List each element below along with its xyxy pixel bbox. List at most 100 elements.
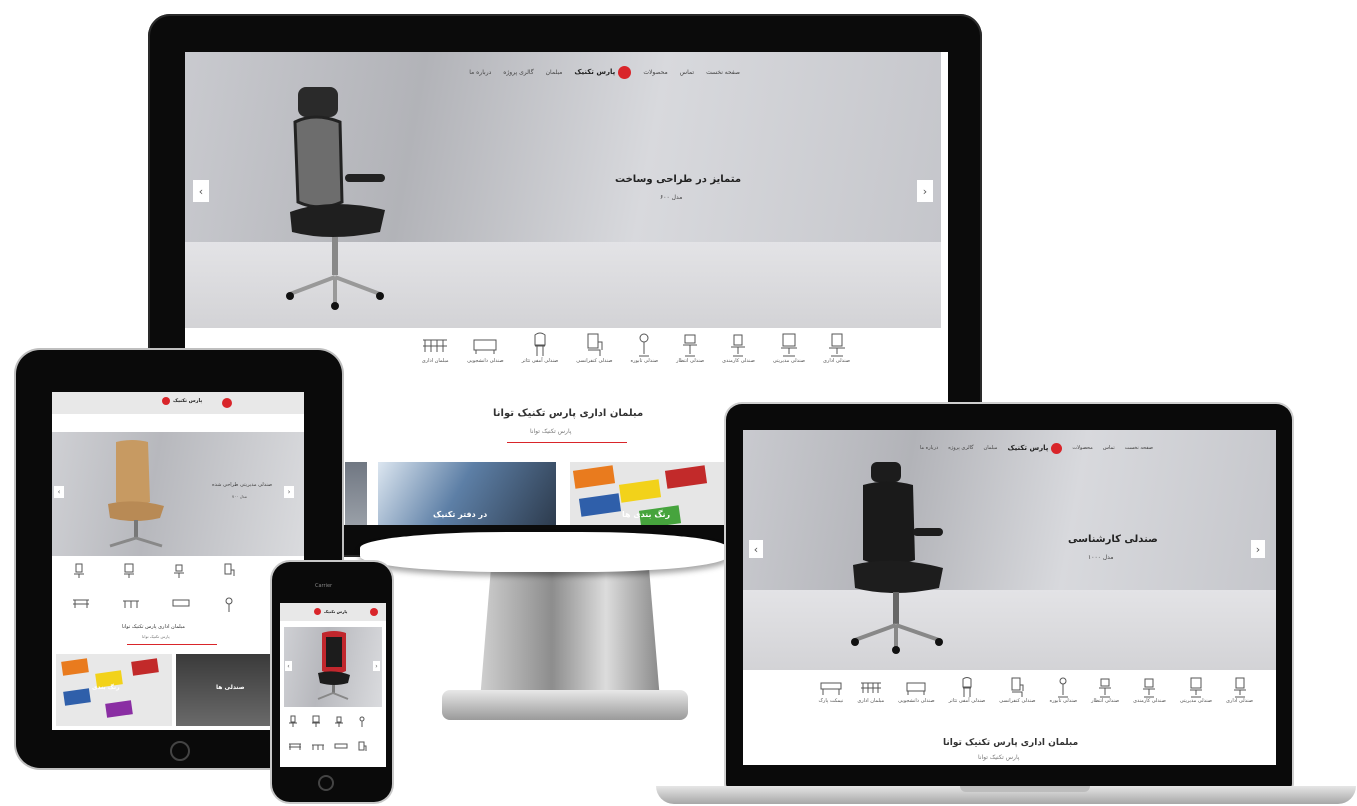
nav-item-products[interactable]: محصولات: [1072, 445, 1092, 451]
site-logo[interactable]: پارس تکنیک: [162, 397, 202, 405]
chair-icon[interactable]: [122, 562, 136, 580]
chevron-right-icon: ›: [375, 662, 378, 670]
bench-icon[interactable]: [288, 741, 302, 751]
chair-icon[interactable]: [334, 715, 344, 729]
category-item[interactable]: صندلی مدیریتی: [773, 332, 805, 364]
logo-mark-icon: [1051, 442, 1063, 454]
nav-item-gallery[interactable]: گالری پروژه: [503, 69, 533, 76]
category-item[interactable]: مبلمان اداری: [421, 332, 449, 364]
category-item[interactable]: صندلی کنفرانسی: [999, 676, 1036, 704]
section-title: مبلمان اداری پارس تکنیک توانا: [493, 408, 644, 419]
nav-item-furniture[interactable]: مبلمان: [984, 445, 998, 451]
tablet-screen: پارس تکنیک صندلی مدیریتی طراحی شده مدل ۷…: [52, 392, 304, 730]
tile-label: صندلی ها: [216, 684, 245, 691]
nav-item-contact[interactable]: تماس: [1103, 445, 1115, 451]
nav-item-about[interactable]: درباره ما: [469, 69, 491, 76]
chevron-left-icon: ‹: [198, 184, 204, 198]
slider-next-button[interactable]: ›: [917, 180, 933, 202]
chair-icon: [534, 332, 546, 356]
chair-icon: [1233, 677, 1246, 698]
tablet-hero: صندلی مدیریتی طراحی شده مدل ۷۰۰ ‹ ›: [52, 432, 304, 556]
phone-screen: پارس تکنیک ‹ ›: [280, 603, 386, 767]
menu-button-icon[interactable]: [370, 608, 378, 616]
gallery-tile-colors[interactable]: رنگ بندی: [56, 654, 172, 726]
slider-next-button[interactable]: ›: [284, 486, 294, 498]
site-logo[interactable]: پارس تکنیک: [1007, 442, 1063, 454]
slider-prev-button[interactable]: ‹: [749, 540, 763, 558]
category-item[interactable]: نیمکت پارک: [818, 676, 843, 704]
chair-icon: [1189, 677, 1202, 698]
tablet-home-button[interactable]: [170, 741, 190, 761]
chair-icon[interactable]: [222, 562, 236, 580]
category-item[interactable]: صندلی آمفی تئاتر: [949, 676, 985, 704]
chair-icon[interactable]: [311, 715, 321, 729]
bench-icon: [423, 339, 448, 352]
monitor-stand-neck: [480, 570, 660, 700]
phone-category-grid: [288, 715, 380, 761]
desktop-category-row: صندلی اداری صندلی مدیریتی صندلی کارمندی …: [290, 332, 850, 364]
chair-icon[interactable]: [72, 562, 86, 580]
laptop-hero: صفحه نخست تماس محصولات پارس تکنیک مبلمان…: [743, 430, 1276, 670]
chair-icon: [828, 333, 845, 357]
nav-item-home[interactable]: صفحه نخست: [706, 69, 740, 76]
category-item[interactable]: مبلمان اداری: [857, 676, 884, 704]
nav-item-home[interactable]: صفحه نخست: [1125, 445, 1153, 451]
stool-icon[interactable]: [222, 596, 236, 614]
chair-icon: [587, 333, 603, 356]
gallery-tile-3[interactable]: رنگ بندی ها: [570, 462, 730, 525]
hero-title: صندلی کارشناسی: [1068, 534, 1158, 545]
category-item[interactable]: صندلی تابوره: [631, 332, 658, 364]
category-item[interactable]: صندلی کارمندی: [1133, 676, 1166, 704]
bench-icon[interactable]: [122, 596, 140, 610]
category-item[interactable]: صندلی کارمندی: [722, 332, 755, 364]
nav-item-about[interactable]: درباره ما: [920, 445, 938, 451]
nav-item-gallery[interactable]: گالری پروژه: [948, 445, 973, 451]
bench-icon[interactable]: [311, 741, 325, 751]
stool-icon[interactable]: [357, 715, 367, 729]
monitor-stand-base: [442, 690, 688, 720]
slider-next-button[interactable]: ›: [1251, 540, 1265, 558]
laptop-screen: صفحه نخست تماس محصولات پارس تکنیک مبلمان…: [743, 430, 1276, 765]
logo-text: پارس تکنیک: [574, 68, 616, 76]
chevron-left-icon: ‹: [287, 662, 290, 670]
chair-icon[interactable]: [172, 562, 186, 580]
gallery-tile-1[interactable]: [345, 462, 367, 525]
category-item[interactable]: صندلی دانشجویی: [898, 676, 935, 704]
phone-home-button[interactable]: [318, 775, 334, 791]
sofa-icon[interactable]: [172, 596, 190, 610]
category-item[interactable]: صندلی کنفرانسی: [576, 332, 613, 364]
section-subtitle: پارس تکنیک توانا: [142, 634, 170, 639]
slider-prev-button[interactable]: ‹: [285, 661, 292, 671]
chair-icon[interactable]: [288, 715, 298, 729]
chair-icon[interactable]: [357, 741, 367, 755]
category-item[interactable]: صندلی تابوره: [1050, 676, 1077, 704]
nav-item-contact[interactable]: تماس: [680, 69, 694, 76]
category-item[interactable]: صندلی انتظار: [1091, 676, 1119, 704]
tile-label: در دفتر تکنیک: [433, 510, 488, 519]
sofa-icon[interactable]: [334, 741, 348, 751]
slider-prev-button[interactable]: ‹: [193, 180, 209, 202]
category-item[interactable]: صندلی اداری: [1226, 676, 1253, 704]
site-logo[interactable]: پارس تکنیک: [314, 608, 347, 615]
phone-carrier-label: Carrier: [315, 583, 333, 589]
bench-icon[interactable]: [72, 596, 90, 610]
laptop-nav: صفحه نخست تماس محصولات پارس تکنیک مبلمان…: [873, 438, 1153, 458]
slider-next-button[interactable]: ›: [373, 661, 380, 671]
site-logo[interactable]: پارس تکنیک: [574, 65, 632, 79]
category-item[interactable]: صندلی مدیریتی: [1180, 676, 1212, 704]
bench-icon: [860, 682, 881, 693]
slider-prev-button[interactable]: ‹: [54, 486, 64, 498]
nav-item-furniture[interactable]: مبلمان: [546, 69, 563, 76]
category-item[interactable]: صندلی انتظار: [676, 332, 704, 364]
gallery-tile-2[interactable]: در دفتر تکنیک: [378, 462, 556, 525]
logo-text: پارس تکنیک: [324, 609, 348, 614]
menu-button-icon[interactable]: [222, 398, 232, 408]
section-divider: [127, 644, 217, 645]
nav-item-products[interactable]: محصولات: [643, 69, 667, 76]
category-item[interactable]: صندلی اداری: [823, 332, 850, 364]
category-item[interactable]: صندلی دانشجویی: [467, 332, 504, 364]
chair-icon: [962, 677, 972, 697]
section-title: مبلمان اداری پارس تکنیک توانا: [122, 624, 185, 630]
tile-label: رنگ بندی: [92, 684, 120, 691]
category-item[interactable]: صندلی آمفی تئاتر: [522, 332, 558, 364]
